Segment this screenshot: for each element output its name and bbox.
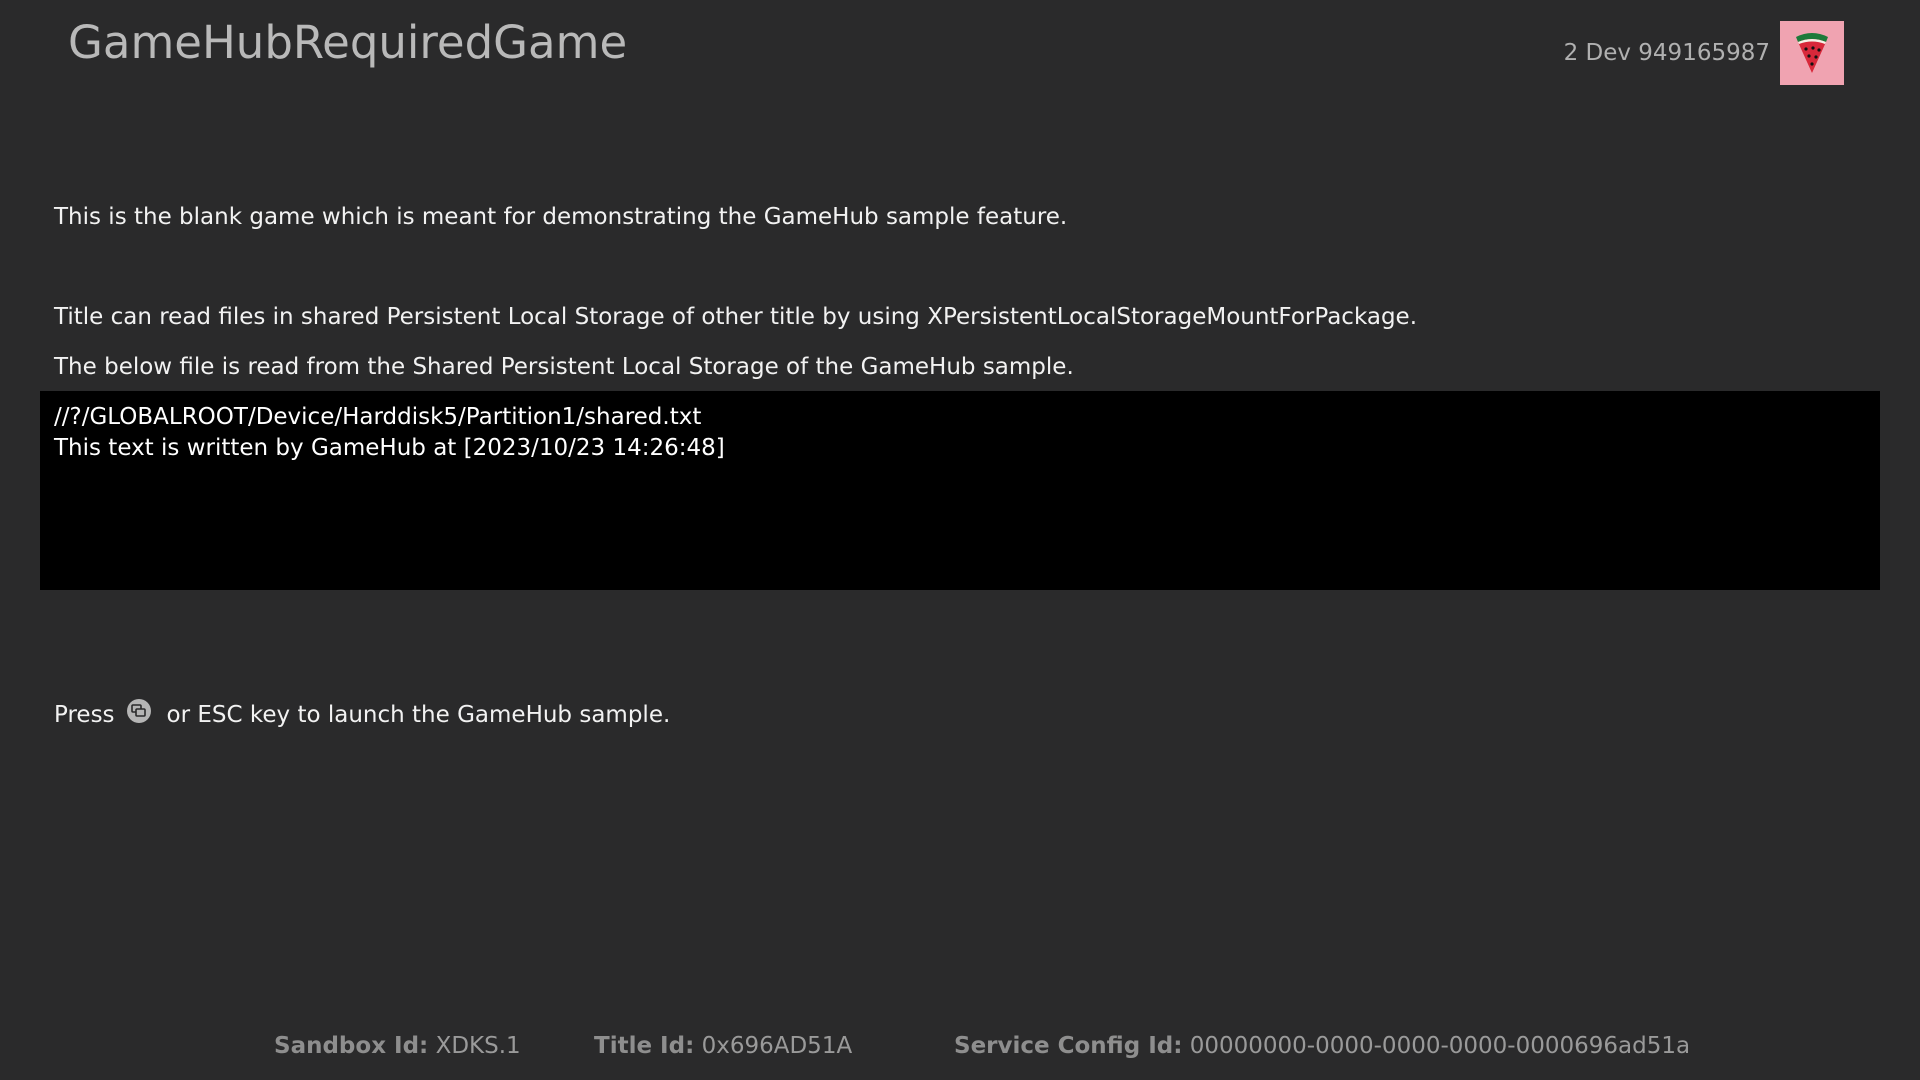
title-id: Title Id: 0x696AD51A [594, 1033, 852, 1059]
title-id-value: 0x696AD51A [701, 1033, 853, 1059]
view-button-icon [126, 699, 151, 723]
press-suffix: or ESC key to launch the GameHub sample. [166, 702, 671, 728]
page-title: GameHubRequiredGame [68, 16, 628, 69]
avatar [1780, 21, 1844, 85]
scid-label: Service Config Id: [954, 1033, 1183, 1059]
description-text: This is the blank game which is meant fo… [54, 204, 1068, 230]
file-content-panel: //?/GLOBALROOT/Device/Harddisk5/Partitio… [40, 391, 1880, 590]
file-path: //?/GLOBALROOT/Device/Harddisk5/Partitio… [54, 404, 702, 430]
file-source-text: The below file is read from the Shared P… [54, 354, 1074, 380]
watermelon-icon [1796, 33, 1828, 73]
sandbox-id: Sandbox Id: XDKS.1 [274, 1033, 521, 1059]
title-id-label: Title Id: [594, 1033, 695, 1059]
sandbox-value: XDKS.1 [435, 1033, 521, 1059]
game-screen: GameHubRequiredGame 2 Dev 949165987 This… [0, 0, 1920, 1080]
gamertag: 2 Dev 949165987 [1563, 40, 1770, 66]
launch-instruction: Press or ESC key to launch the GameHub s… [54, 699, 671, 728]
file-text: This text is written by GameHub at [2023… [54, 435, 725, 461]
service-config-id: Service Config Id: 00000000-0000-0000-00… [954, 1033, 1690, 1059]
sandbox-label: Sandbox Id: [274, 1033, 429, 1059]
press-prefix: Press [54, 702, 115, 728]
scid-value: 00000000-0000-0000-0000-0000696ad51a [1189, 1033, 1691, 1059]
user-badge: 2 Dev 949165987 [1564, 21, 1844, 85]
api-info-text: Title can read files in shared Persisten… [54, 304, 1418, 330]
